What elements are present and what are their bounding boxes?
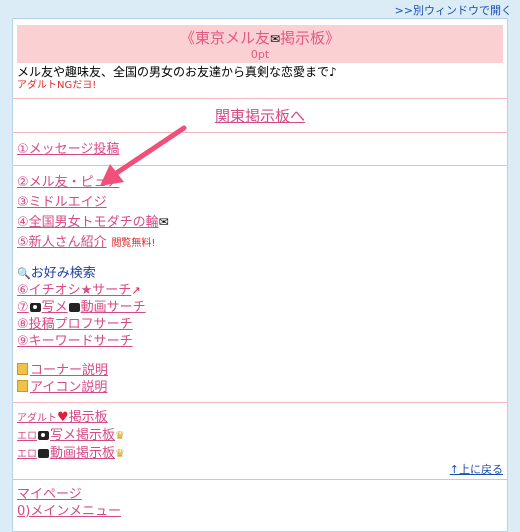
erotic-photo-board-link[interactable]: エロ 写メ掲示板 (17, 428, 115, 443)
divider (13, 479, 507, 480)
erotic-video-board-link[interactable]: エロ 動画掲示板 (17, 446, 115, 461)
title-suffix: 掲示板》 (280, 29, 341, 47)
camera-icon (29, 303, 41, 312)
adult-ng-note: アダルトNGだヨ! (17, 80, 97, 91)
video-icon (68, 303, 80, 312)
photo-video-search-link[interactable]: ⑦ 写メ 動画サーチ (17, 300, 146, 315)
divider (13, 402, 507, 403)
document-icon (17, 380, 28, 392)
kanto-board-link[interactable]: 関東掲示板へ (17, 105, 503, 126)
newcomer-intro-link[interactable]: ⑤新人さん紹介 (17, 235, 107, 250)
back-to-top-link[interactable]: ↑上に戻る (17, 461, 503, 477)
mail-icon: ✉ (158, 215, 169, 229)
recommended-search-link[interactable]: ⑥イチオシ★サーチ (17, 283, 131, 298)
preference-search-heading: お好み検索 (30, 266, 96, 281)
adult-board-link[interactable]: アダルト♥掲示板 (17, 410, 108, 425)
icon-explanation-link[interactable]: アイコン説明 (30, 380, 107, 395)
mypage-link[interactable]: マイページ (17, 487, 82, 502)
adult-prefix: アダルト (17, 413, 57, 424)
arrow-up-icon: ↗ (131, 284, 141, 297)
main-menu-link[interactable]: 0)メインメニュー (17, 504, 121, 519)
adult-board-label: 掲示板 (68, 410, 108, 425)
photo-label: 写メ (41, 300, 68, 315)
divider (13, 165, 507, 166)
divider (13, 98, 507, 99)
item7-number: ⑦ (17, 300, 29, 315)
crown-icon: ♛ (115, 429, 125, 442)
free-viewing-badge: 閲覧無料! (111, 238, 156, 249)
corner-explanation-link[interactable]: コーナー説明 (30, 363, 108, 378)
nationwide-friends-link[interactable]: ④全国男女トモダチの輪 (17, 215, 159, 230)
video-board-prefix: エロ (17, 449, 37, 460)
photo-board-prefix: エロ (17, 431, 37, 442)
keyword-search-link[interactable]: ⑨キーワードサーチ (17, 334, 133, 349)
page-title: 《東京メル友✉掲示板》 (17, 27, 503, 48)
crown-icon: ♛ (115, 447, 125, 460)
profile-search-link[interactable]: ⑧投稿プロフサーチ (17, 317, 133, 332)
search-icon: 🔍 (17, 267, 31, 280)
heart-icon: ♥ (57, 410, 69, 425)
photo-board-label: 写メ掲示板 (50, 428, 116, 443)
board-description: メル友や趣味友、全国の男女のお友達から真剣な恋愛まで♪ (17, 65, 337, 79)
video-icon (38, 449, 49, 458)
video-search-label: 動画サーチ (80, 300, 146, 315)
title-prefix: 《東京メル友 (179, 29, 270, 47)
middle-age-link[interactable]: ③ミドルエイジ (17, 195, 107, 210)
divider (13, 132, 507, 133)
document-icon (17, 363, 28, 375)
pointer-arrow-icon (100, 125, 187, 186)
mail-icon: ✉ (269, 32, 281, 46)
page-container: 《東京メル友✉掲示板》 0pt メル友や趣味友、全国の男女のお友達から真剣な恋愛… (12, 18, 508, 532)
title-bar: 《東京メル友✉掲示板》 0pt (17, 25, 503, 63)
open-new-window-link[interactable]: >>別ウィンドウで開く (395, 2, 512, 18)
camera-icon (38, 431, 49, 440)
points-display: 0pt (250, 48, 270, 61)
video-board-label: 動画掲示板 (50, 446, 116, 461)
